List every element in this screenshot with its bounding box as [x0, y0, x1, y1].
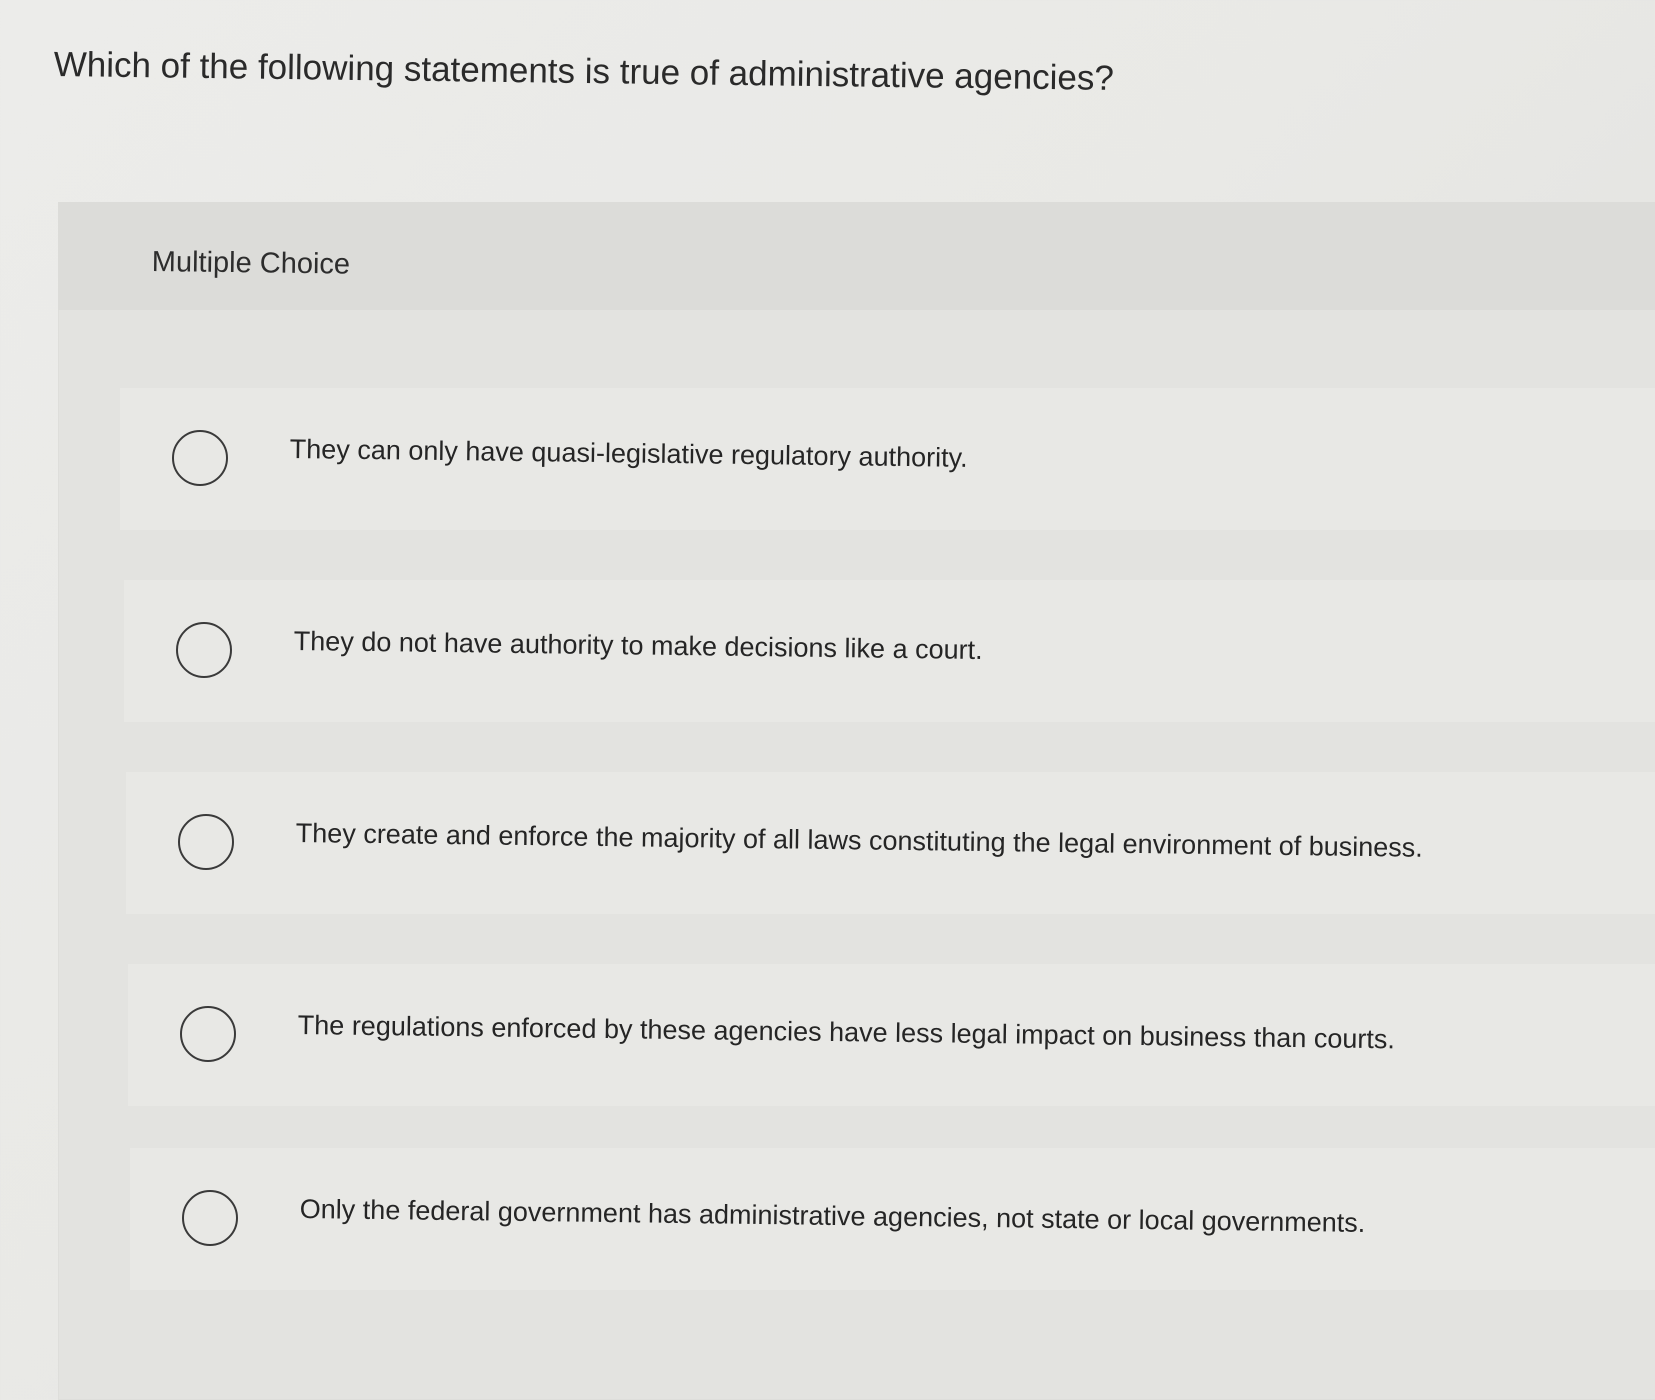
radio-button-3[interactable] — [178, 814, 234, 870]
radio-button-1[interactable] — [172, 430, 228, 486]
answer-option-3-text: They create and enforce the majority of … — [295, 817, 1423, 863]
answer-option-3[interactable]: They create and enforce the majority of … — [126, 772, 1655, 914]
multiple-choice-panel: Multiple Choice They can only have quasi… — [58, 202, 1655, 1400]
radio-button-5[interactable] — [182, 1190, 238, 1246]
answer-options-list: They can only have quasi-legislative reg… — [58, 202, 1655, 1400]
radio-button-4[interactable] — [180, 1006, 236, 1062]
answer-option-5[interactable]: Only the federal government has administ… — [130, 1148, 1655, 1290]
question-text: Which of the following statements is tru… — [53, 44, 1115, 98]
answer-option-2-text: They do not have authority to make decis… — [293, 625, 983, 666]
answer-option-4-text: The regulations enforced by these agenci… — [297, 1009, 1396, 1055]
radio-button-2[interactable] — [176, 622, 232, 678]
answer-option-4[interactable]: The regulations enforced by these agenci… — [128, 964, 1655, 1106]
answer-option-1[interactable]: They can only have quasi-legislative reg… — [120, 388, 1655, 530]
answer-option-5-text: Only the federal government has administ… — [299, 1193, 1366, 1238]
answer-option-2[interactable]: They do not have authority to make decis… — [124, 580, 1655, 722]
answer-option-1-text: They can only have quasi-legislative reg… — [289, 433, 968, 473]
